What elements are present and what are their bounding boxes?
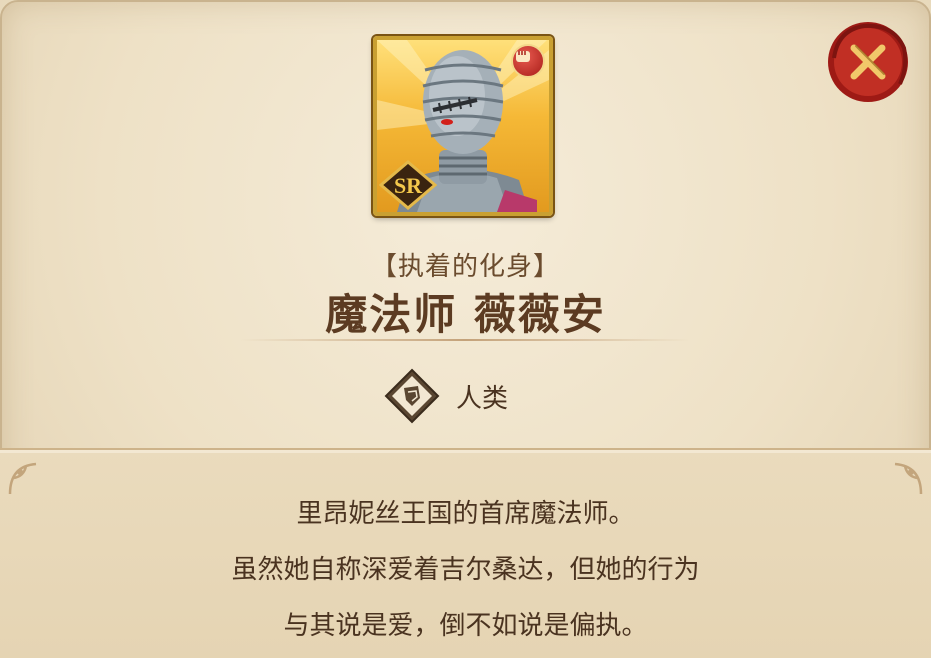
rarity-badge: SR: [379, 160, 437, 210]
description-line: 与其说是爱，倒不如说是偏执。: [283, 611, 648, 641]
description-text: 里昂妮丝王国的首席魔法师。 虽然她自称深爱着吉尔桑达，但她的行为 与其说是爱，倒…: [0, 486, 931, 654]
race-row: 人类: [384, 366, 508, 426]
character-epithet: 【执着的化身】: [370, 252, 560, 282]
fist-icon: [511, 44, 545, 78]
close-button[interactable]: [824, 18, 912, 106]
close-x-icon: [828, 22, 908, 102]
rarity-label: SR: [394, 173, 423, 198]
human-race-icon: [384, 368, 440, 424]
race-label: 人类: [456, 383, 509, 414]
description-box: 里昂妮丝王国的首席魔法师。 虽然她自称深爱着吉尔桑达，但她的行为 与其说是爱，倒…: [0, 448, 931, 658]
title-divider: [240, 339, 690, 341]
character-portrait: SR: [373, 36, 553, 216]
character-info-panel: SR 【执着的化身】 魔法师 薇薇安 人类 里昂妮丝王国的首席魔法师。 虽然她自…: [0, 0, 931, 658]
character-name: 魔法师 薇薇安: [325, 290, 606, 339]
description-line: 里昂妮丝王国的首席魔法师。: [296, 499, 635, 529]
description-line: 虽然她自称深爱着吉尔桑达，但她的行为: [231, 555, 700, 585]
